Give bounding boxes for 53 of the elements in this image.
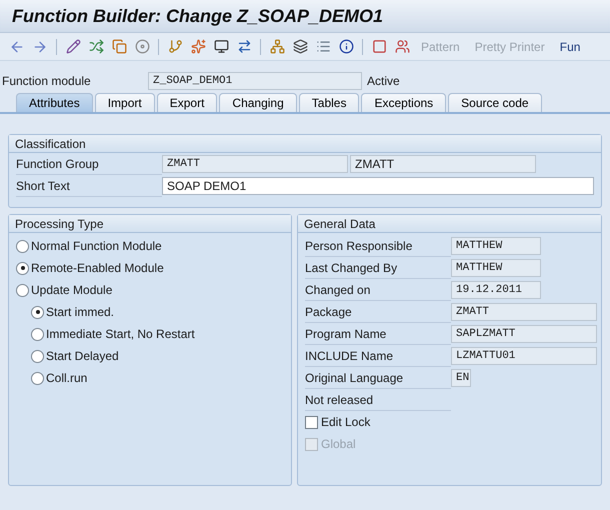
option-label: Normal Function Module [31, 239, 162, 253]
radio-button[interactable] [31, 350, 44, 362]
option-label: Immediate Start, No Restart [46, 327, 195, 341]
pencil-icon[interactable] [64, 38, 82, 56]
input-field[interactable]: ZMATT [451, 303, 597, 321]
radio-button[interactable] [31, 306, 44, 318]
hierarchy-icon[interactable] [268, 38, 286, 56]
option-label: Update Module [31, 283, 112, 297]
option-label: Remote-Enabled Module [31, 261, 164, 275]
input-field[interactable]: EN [451, 369, 471, 387]
people-icon[interactable] [393, 38, 411, 56]
checkbox-label: Edit Lock [321, 415, 370, 429]
option-label: Coll.run [46, 371, 88, 385]
radio-button[interactable] [31, 372, 44, 384]
input-field[interactable]: SOAP DEMO1 [162, 177, 594, 195]
input-field[interactable]: ZMATT [350, 155, 536, 173]
checkbox-label: Global [321, 437, 356, 451]
checkbox[interactable] [305, 416, 318, 428]
tab[interactable]: Export [156, 93, 218, 112]
info-icon[interactable] [337, 38, 355, 56]
group-title: General Data [298, 215, 601, 233]
radio-button[interactable] [31, 328, 44, 340]
window-title: Function Builder: Change Z_SOAP_DEMO1 [12, 6, 384, 26]
input-field[interactable]: MATTHEW [451, 259, 541, 277]
tab[interactable]: Import [94, 93, 155, 112]
toolbar-button[interactable]: Fun [554, 40, 586, 54]
radio-button[interactable] [16, 284, 29, 296]
copy-icon[interactable] [110, 38, 128, 56]
release-status: Not released [305, 390, 451, 410]
input-field[interactable]: Z_SOAP_DEMO1 [148, 72, 362, 90]
input-field[interactable]: ZMATT [162, 155, 348, 173]
radio-button[interactable] [16, 262, 29, 274]
status-text: Active [367, 74, 400, 88]
stack-icon[interactable] [291, 38, 309, 56]
option-label: Start Delayed [46, 349, 119, 363]
branch-icon[interactable] [166, 38, 184, 56]
tab[interactable]: Exceptions [361, 93, 446, 112]
radio-button[interactable] [16, 240, 29, 252]
input-field[interactable]: SAPLZMATT [451, 325, 597, 343]
input-field[interactable]: 19.12.2011 [451, 281, 541, 299]
arrows-icon[interactable] [87, 38, 105, 56]
tab[interactable]: Attributes [16, 93, 93, 112]
tab[interactable]: Source code [448, 93, 542, 112]
tab[interactable]: Changing [219, 93, 297, 112]
input-field[interactable]: LZMATTU01 [451, 347, 597, 365]
monitor-icon[interactable] [212, 38, 230, 56]
field-label: Function module [2, 74, 92, 88]
tab[interactable]: Tables [298, 93, 360, 112]
input-field[interactable]: MATTHEW [451, 237, 541, 255]
sparkle-icon[interactable] [189, 38, 207, 56]
group-title: Classification [9, 135, 601, 153]
group-title: Processing Type [9, 215, 291, 233]
option-label: Start immed. [46, 305, 114, 319]
